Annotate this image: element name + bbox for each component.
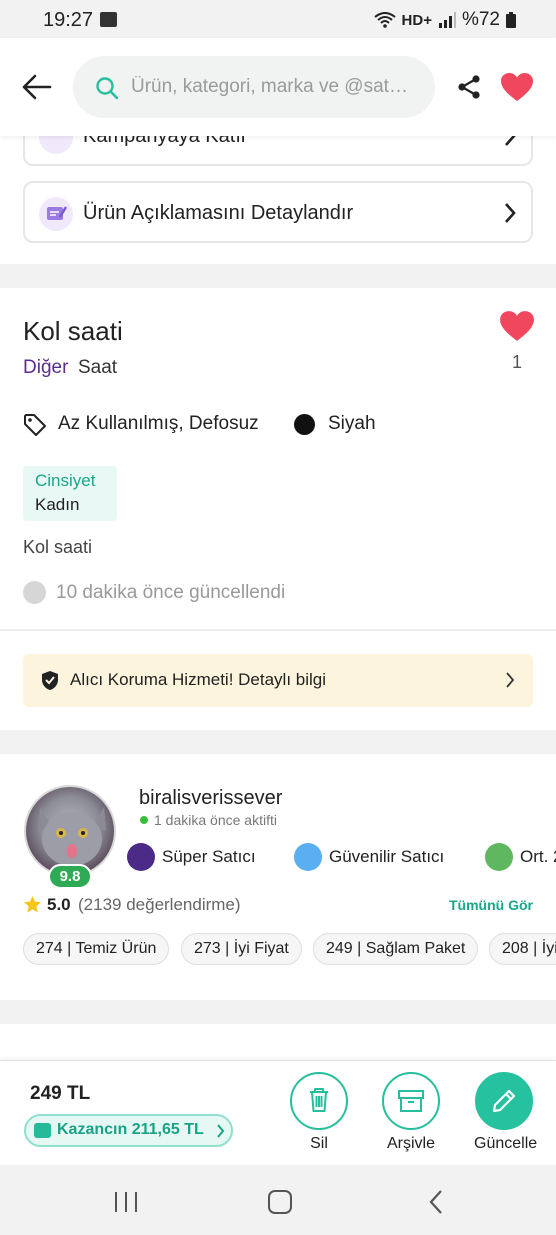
gallery-notification-icon (100, 12, 117, 27)
archive-circle (382, 1072, 440, 1130)
super-seller-badge: Süper Satıcı (127, 842, 256, 872)
network-type: HD+ (401, 11, 432, 29)
chevron-right-icon (506, 672, 515, 688)
top-header: Ürün, kategori, marka ve @satıcı ara (0, 38, 556, 136)
review-chip[interactable]: 274 | Temiz Ürün (23, 933, 170, 965)
home-icon[interactable] (267, 1189, 293, 1215)
review-chip[interactable]: 273 | İyi Fiyat (181, 933, 302, 965)
favorite-heart-icon[interactable] (500, 72, 534, 102)
next-section (0, 1024, 556, 1064)
archive-icon (398, 1090, 424, 1112)
status-time: 19:27 (43, 9, 94, 31)
update-button[interactable]: Güncelle (474, 1072, 538, 1153)
earnings-pill[interactable]: Kazancın 211,65 TL (24, 1114, 233, 1147)
color-swatch (294, 414, 315, 435)
archive-button[interactable]: Arşivle (381, 1072, 441, 1153)
signal-icon (438, 12, 456, 28)
recent-apps-icon[interactable] (113, 1190, 139, 1214)
buyer-protection-banner[interactable]: Alıcı Koruma Hizmeti! Detaylı bilgi (23, 654, 533, 707)
seller-last-active: 1 dakika önce aktifti (154, 812, 277, 828)
subcategory-link[interactable]: Saat (78, 357, 117, 379)
seller-score-badge: 9.8 (48, 864, 92, 889)
pencil-icon (492, 1089, 516, 1113)
badge-label: Ort. 2 (520, 847, 556, 866)
review-chip[interactable]: 208 | İyi (489, 933, 556, 965)
update-circle (475, 1072, 533, 1130)
system-navigation-bar (0, 1165, 556, 1235)
describe-product-card[interactable]: Ürün Açıklamasını Detaylandır (23, 181, 533, 243)
share-icon[interactable] (456, 74, 482, 100)
chevron-right-icon (217, 1124, 225, 1138)
product-price: 249 TL (30, 1083, 91, 1104)
delete-label: Sil (310, 1135, 328, 1152)
favorite-count: 1 (511, 352, 522, 372)
bottom-action-bar: 249 TL Kazancın 211,65 TL Sil Arşivle Gü… (0, 1060, 556, 1165)
truck-icon (485, 843, 513, 871)
status-bar: 19:27 HD+ %72 (0, 0, 556, 38)
trash-icon (310, 1088, 328, 1112)
verified-check-icon (294, 843, 322, 871)
tag-icon (24, 414, 46, 436)
online-status-dot (140, 816, 148, 824)
attribute-tag: Cinsiyet Kadın (23, 466, 117, 521)
status-icons: HD+ %72 (373, 9, 516, 31)
archive-label: Arşivle (386, 1135, 435, 1152)
search-icon (96, 77, 119, 100)
seller-rating-count: (2139 değerlendirme) (78, 895, 241, 914)
updated-time: 10 dakika önce güncellendi (56, 582, 286, 603)
earnings-label: Kazancın 211,65 TL (57, 1121, 204, 1138)
system-back-icon[interactable] (428, 1189, 444, 1215)
describe-label: Ürün Açıklamasını Detaylandır (83, 202, 354, 224)
product-condition: Az Kullanılmış, Defosuz (58, 413, 259, 434)
review-chip[interactable]: 249 | Sağlam Paket (313, 933, 479, 965)
battery-percent: %72 (461, 9, 500, 30)
see-all-reviews-link[interactable]: Tümünü Gör (449, 897, 533, 913)
like-heart-icon[interactable] (499, 310, 535, 342)
search-input[interactable]: Ürün, kategori, marka ve @satıcı ara (73, 56, 435, 118)
back-arrow-icon[interactable] (22, 74, 52, 100)
wallet-icon (34, 1123, 51, 1138)
search-placeholder: Ürün, kategori, marka ve @satıcı ara (131, 76, 413, 97)
wifi-icon (373, 12, 396, 28)
badge-label: Süper Satıcı (162, 847, 256, 866)
attribute-value: Kadın (35, 495, 80, 514)
seller-username[interactable]: biralisverissever (139, 787, 282, 810)
product-color: Siyah (328, 413, 376, 434)
product-description: Kol saati (23, 537, 93, 557)
trusted-seller-badge: Güvenilir Satıcı (294, 842, 444, 872)
badge-label: Güvenilir Satıcı (329, 847, 445, 866)
shipping-badge: Ort. 2 (485, 842, 556, 872)
chevron-right-icon (505, 203, 516, 223)
super-seller-icon (127, 843, 155, 871)
seller-rating: 5.0 (47, 895, 71, 914)
update-label: Güncelle (474, 1135, 538, 1152)
delete-button[interactable]: Sil (289, 1072, 349, 1153)
edit-description-icon (39, 197, 73, 231)
buyer-protection-label: Alıcı Koruma Hizmeti! Detaylı bilgi (70, 670, 327, 689)
attribute-key: Cinsiyet (35, 471, 96, 490)
product-title: Kol saati (23, 316, 123, 346)
star-icon (23, 895, 42, 913)
battery-icon (506, 12, 516, 28)
delete-circle (290, 1072, 348, 1130)
clock-icon (23, 581, 46, 604)
divider (0, 629, 556, 631)
category-link[interactable]: Diğer (23, 357, 68, 379)
shield-icon (42, 671, 58, 690)
